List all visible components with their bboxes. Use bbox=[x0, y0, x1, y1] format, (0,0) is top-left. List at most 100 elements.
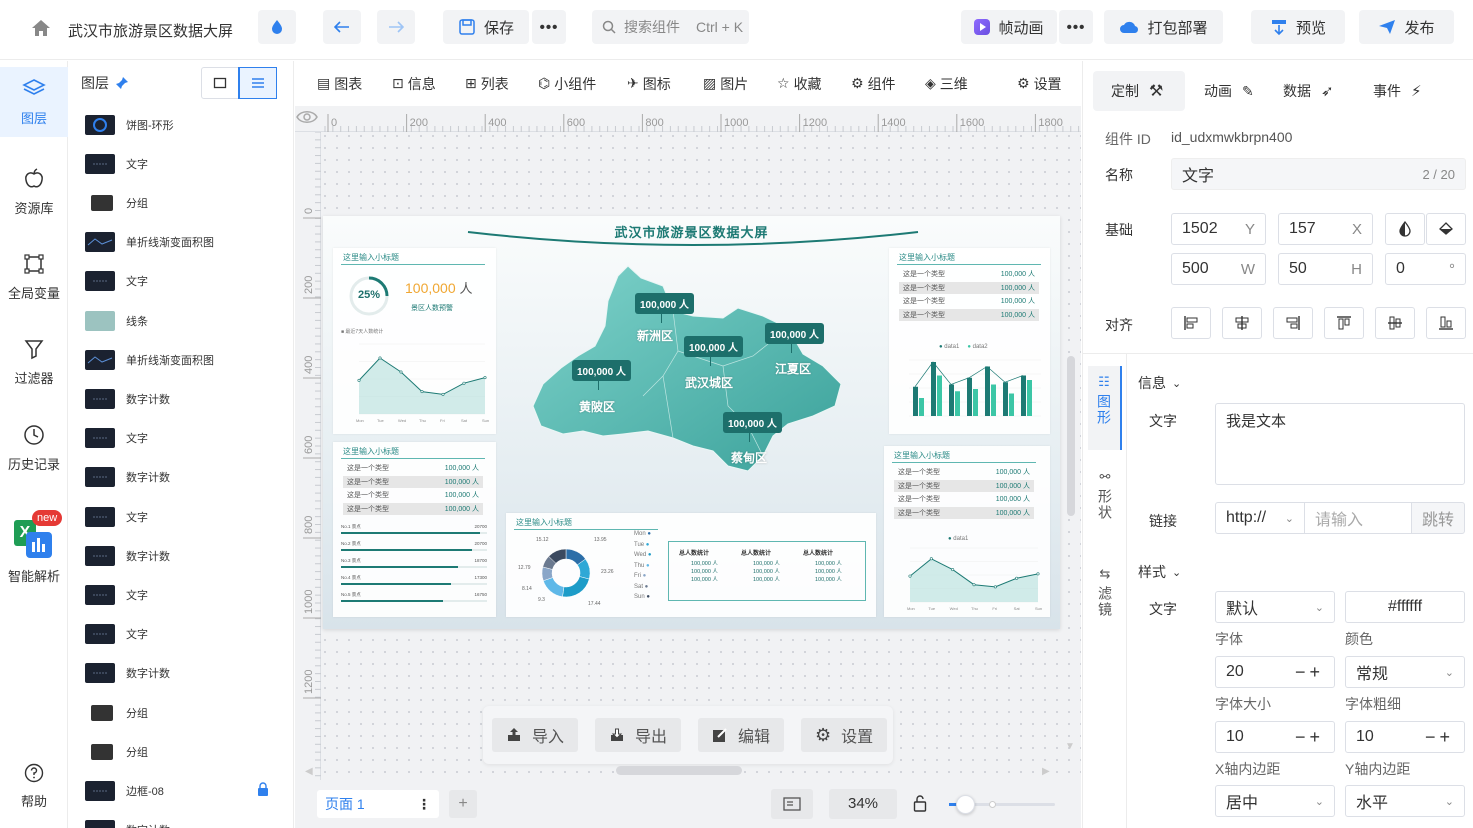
layer-item[interactable]: 分组 bbox=[69, 183, 293, 222]
layer-item[interactable]: 数字计数 bbox=[69, 458, 293, 497]
layer-item[interactable]: 数字计数 bbox=[69, 654, 293, 693]
align-bottom-button[interactable] bbox=[1426, 307, 1466, 339]
nav-smart-parse[interactable]: X new 智能解析 bbox=[0, 506, 68, 592]
map-value-tag[interactable]: 100,000 人 bbox=[723, 412, 782, 433]
side-tab-graphic[interactable]: ☷ 图形 bbox=[1088, 366, 1122, 450]
tool-settings[interactable]: ⚙ 设置 bbox=[1017, 61, 1062, 106]
font-weight-select[interactable]: 常规 ⌄ bbox=[1345, 656, 1465, 688]
w-input[interactable]: 500 W bbox=[1171, 253, 1266, 285]
link-jump-button[interactable]: 跳转 bbox=[1411, 502, 1465, 534]
list-view-button[interactable] bbox=[237, 67, 277, 99]
thumbnail-view-button[interactable] bbox=[202, 68, 239, 98]
tool-info[interactable]: ⊡ 信息 bbox=[392, 61, 436, 106]
minimap-button[interactable] bbox=[771, 789, 813, 819]
angle-input[interactable]: 0 ° bbox=[1385, 253, 1466, 285]
tool-icon[interactable]: ✈ 图标 bbox=[627, 61, 671, 106]
padding-y-stepper[interactable]: 10 −+ bbox=[1345, 721, 1465, 753]
nav-layers[interactable]: 图层 bbox=[0, 67, 68, 137]
stepper-controls[interactable]: −+ bbox=[1295, 662, 1324, 683]
tool-3d[interactable]: ◈ 三维 bbox=[925, 61, 968, 106]
map-value-tag[interactable]: 100,000 人 bbox=[635, 293, 694, 314]
align-top-button[interactable] bbox=[1324, 307, 1364, 339]
tool-chart[interactable]: ▤ 图表 bbox=[317, 61, 362, 106]
zoom-value[interactable]: 34% bbox=[829, 789, 897, 819]
tab-events[interactable]: 事件 ⚡ bbox=[1373, 71, 1422, 111]
flip-button[interactable] bbox=[1385, 213, 1425, 245]
align-center-h-button[interactable] bbox=[1222, 307, 1262, 339]
edit-button[interactable]: 编辑 bbox=[698, 718, 785, 752]
scroll-right-arrow[interactable]: ▶ bbox=[1042, 766, 1050, 777]
color-input[interactable]: #ffffff bbox=[1345, 591, 1465, 623]
layer-item[interactable]: 数字计数 bbox=[69, 379, 293, 418]
vertical-scrollbar[interactable] bbox=[1067, 356, 1075, 516]
align-right-button[interactable] bbox=[1273, 307, 1313, 339]
tab-custom[interactable]: 定制 ⚒ bbox=[1111, 71, 1163, 111]
undo-button[interactable] bbox=[323, 10, 361, 44]
nav-filters[interactable]: 过滤器 bbox=[0, 327, 68, 397]
text-textarea[interactable]: 我是文本 bbox=[1215, 403, 1465, 485]
v-align-select[interactable]: 水平 ⌄ bbox=[1345, 785, 1465, 817]
layer-item[interactable]: 单折线渐变面积图 bbox=[69, 340, 293, 379]
layer-item[interactable]: 饼图-环形 bbox=[69, 105, 293, 144]
horizontal-scrollbar[interactable] bbox=[616, 766, 742, 775]
info-section-toggle[interactable]: 信息 ⌄ bbox=[1138, 373, 1181, 393]
padding-x-stepper[interactable]: 10 −+ bbox=[1215, 721, 1335, 753]
save-button[interactable]: 保存 bbox=[443, 10, 529, 44]
scroll-left-arrow[interactable]: ◀ bbox=[305, 766, 313, 777]
layer-item[interactable]: 文字 bbox=[69, 497, 293, 536]
dashboard-preview[interactable]: 武汉市旅游景区数据大屏 这里输入小标题 25% 100,000 人 景区人数预警… bbox=[323, 216, 1060, 629]
redo-button[interactable] bbox=[377, 10, 415, 44]
tool-component[interactable]: ⚙ 组件 bbox=[851, 61, 896, 106]
export-button[interactable]: 导出 bbox=[595, 718, 682, 752]
y-input[interactable]: 1502 Y bbox=[1171, 213, 1266, 245]
theme-button[interactable] bbox=[258, 10, 296, 44]
h-align-select[interactable]: 居中 ⌄ bbox=[1215, 785, 1335, 817]
nav-help[interactable]: 帮助 bbox=[0, 751, 68, 821]
canvas-settings-button[interactable]: ⚙ 设置 bbox=[801, 718, 888, 752]
zoom-slider-handle[interactable] bbox=[956, 795, 975, 814]
frame-animation-button[interactable]: 帧动画 bbox=[961, 10, 1057, 44]
name-input[interactable]: 文字 2 / 20 bbox=[1171, 158, 1466, 190]
layer-item[interactable]: 文字 bbox=[69, 262, 293, 301]
side-tab-shape[interactable]: ⚯ 形状 bbox=[1088, 469, 1122, 553]
map-value-tag[interactable]: 100,000 人 bbox=[684, 336, 743, 357]
stepper-controls-3[interactable]: −+ bbox=[1425, 727, 1454, 748]
side-tab-filter[interactable]: ⇆ 滤镜 bbox=[1088, 566, 1122, 650]
tool-image[interactable]: ▨ 图片 bbox=[703, 61, 748, 106]
lock-icon[interactable] bbox=[913, 794, 927, 815]
font-select[interactable]: 默认 ⌄ bbox=[1215, 591, 1335, 623]
layer-item[interactable]: 单折线渐变面积图 bbox=[69, 223, 293, 262]
layer-item[interactable]: 文字 bbox=[69, 419, 293, 458]
font-size-stepper[interactable]: 20 −+ bbox=[1215, 656, 1335, 688]
more-button-2[interactable]: ••• bbox=[1059, 10, 1093, 44]
layer-item[interactable]: 数字计数 bbox=[69, 811, 293, 828]
page-menu-icon[interactable]: ⋮ bbox=[417, 796, 431, 813]
link-protocol-select[interactable]: http:// ⌄ bbox=[1215, 502, 1305, 534]
tool-favorite[interactable]: ☆ 收藏 bbox=[777, 61, 822, 106]
page-tab[interactable]: 页面 1 ⋮ bbox=[317, 790, 439, 818]
map-value-tag[interactable]: 100,000 人 bbox=[572, 360, 631, 381]
style-section-toggle[interactable]: 样式 ⌄ bbox=[1138, 562, 1181, 582]
layer-item[interactable]: 文字 bbox=[69, 615, 293, 654]
tab-data[interactable]: 数据 ➶ bbox=[1283, 71, 1334, 111]
layer-item[interactable]: 线条 bbox=[69, 301, 293, 340]
package-deploy-button[interactable]: 打包部署 bbox=[1104, 10, 1223, 44]
scroll-down-arrow[interactable]: ▼ bbox=[1065, 741, 1075, 752]
align-left-button[interactable] bbox=[1171, 307, 1211, 339]
map-value-tag[interactable]: 100,000 人 bbox=[765, 323, 824, 344]
layer-item[interactable]: 数字计数 bbox=[69, 536, 293, 575]
more-button[interactable]: ••• bbox=[532, 10, 566, 44]
layer-item[interactable]: 分组 bbox=[69, 732, 293, 771]
layer-item[interactable]: 边框-08 bbox=[69, 771, 293, 810]
nav-resources[interactable]: 资源库 bbox=[0, 157, 68, 227]
zoom-slider[interactable] bbox=[949, 795, 1055, 814]
link-url-input[interactable]: 请输入 bbox=[1304, 502, 1412, 534]
home-icon[interactable] bbox=[30, 18, 52, 41]
preview-button[interactable]: 预览 bbox=[1251, 10, 1345, 44]
tool-list[interactable]: ⊞ 列表 bbox=[465, 61, 509, 106]
align-middle-button[interactable] bbox=[1375, 307, 1415, 339]
x-input[interactable]: 157 X bbox=[1278, 213, 1373, 245]
tool-widget[interactable]: ⌬ 小组件 bbox=[538, 61, 596, 106]
layer-item[interactable]: 分组 bbox=[69, 693, 293, 732]
layer-item[interactable]: 文字 bbox=[69, 575, 293, 614]
